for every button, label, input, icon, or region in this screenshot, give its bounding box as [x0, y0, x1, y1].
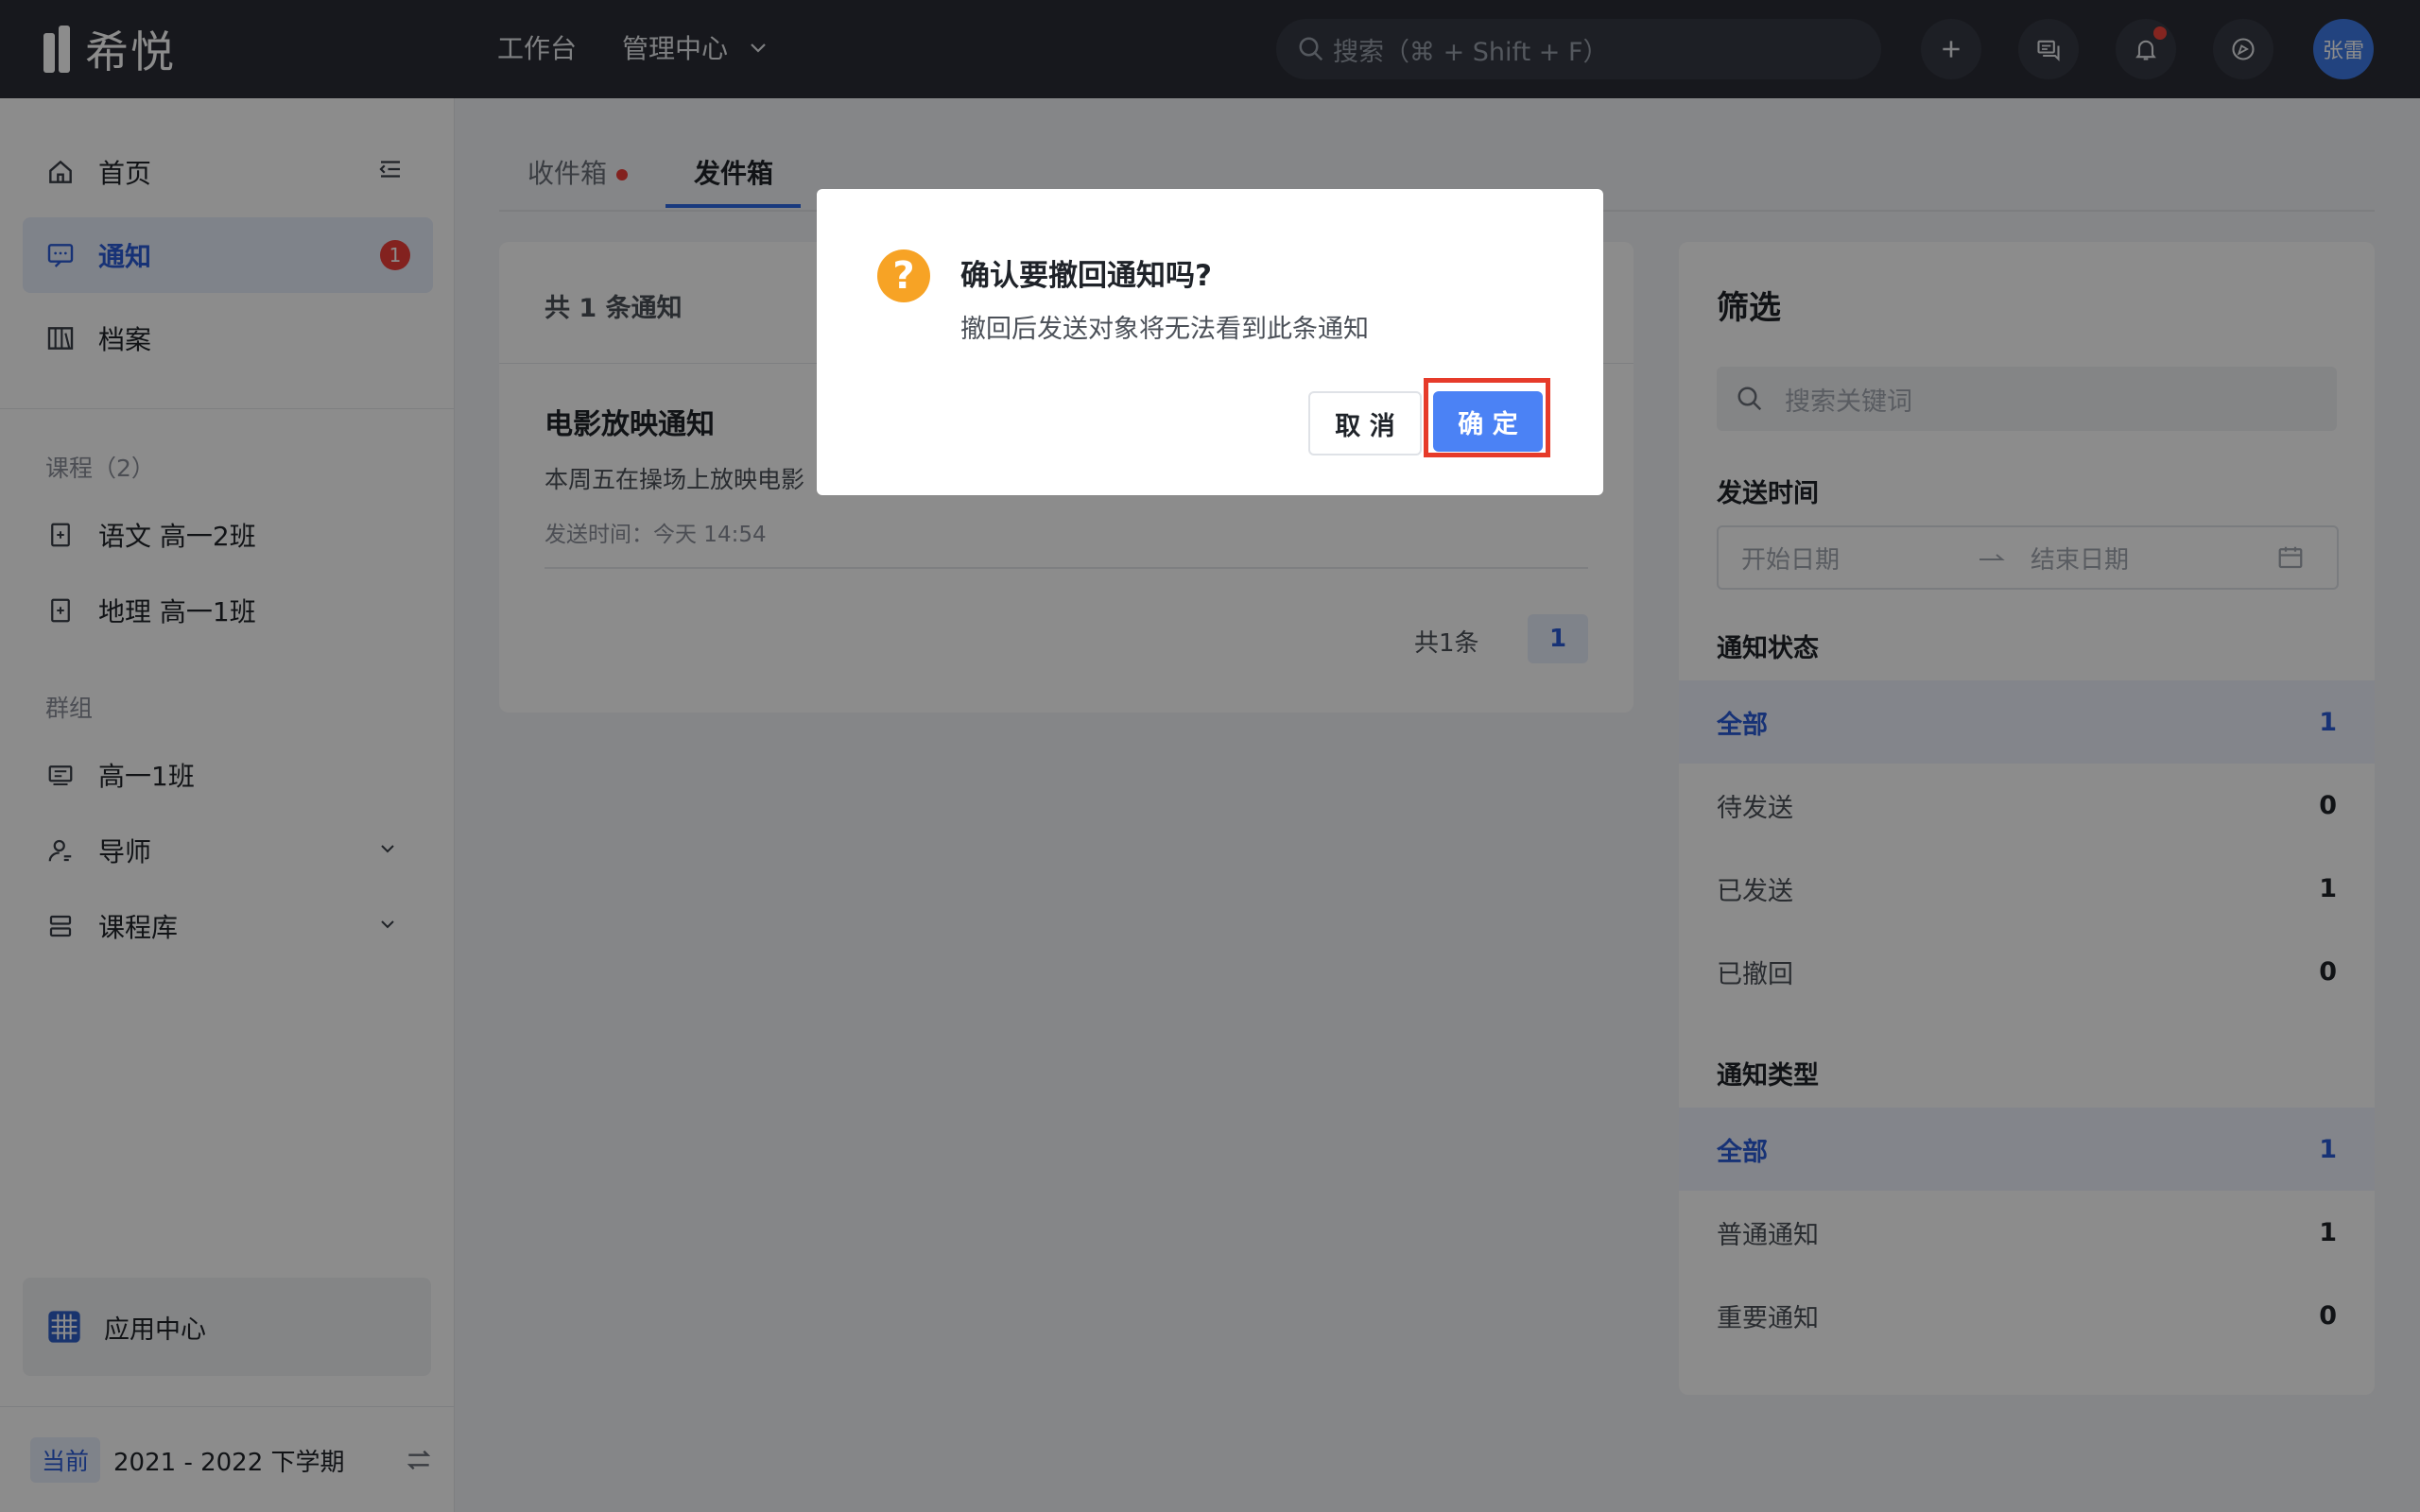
- withdraw-confirm-dialog: ? 确认要撤回通知吗? 撤回后发送对象将无法看到此条通知 取 消 确 定: [817, 189, 1603, 495]
- dialog-title: 确认要撤回通知吗?: [960, 259, 1212, 293]
- confirm-highlight-box: [1424, 378, 1550, 457]
- cancel-button[interactable]: 取 消: [1308, 391, 1422, 455]
- question-icon: ?: [877, 249, 930, 302]
- dialog-message: 撤回后发送对象将无法看到此条通知: [960, 315, 1369, 344]
